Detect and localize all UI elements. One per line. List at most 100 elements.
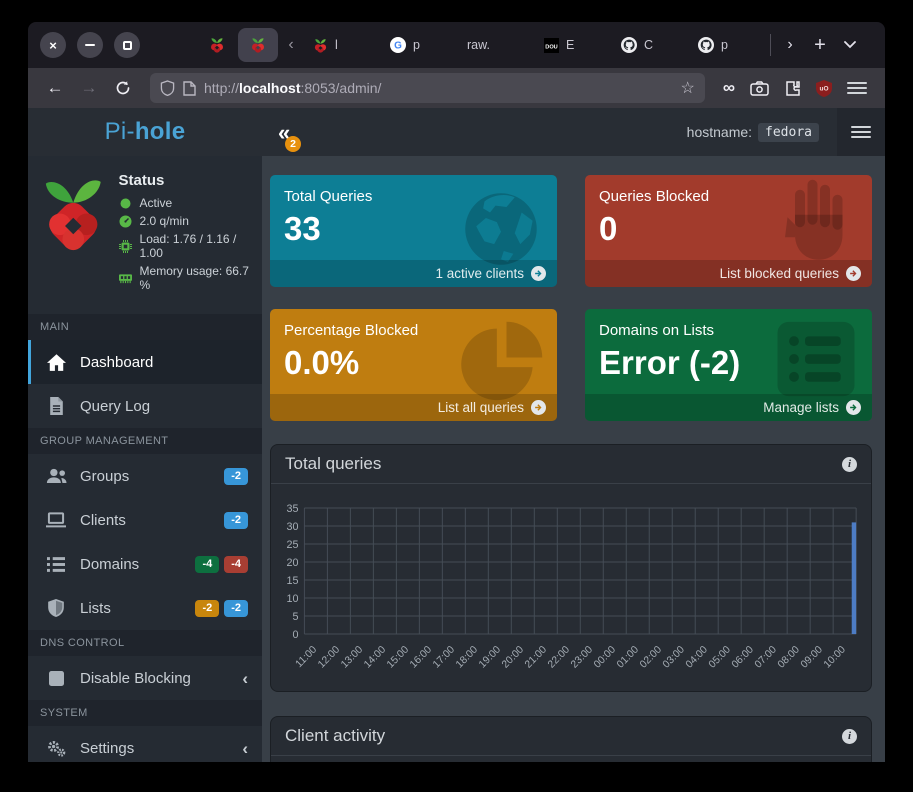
tab-title: p <box>413 38 420 52</box>
tab[interactable]: l <box>304 28 381 62</box>
sidebar-item-clients[interactable]: Clients -2 <box>28 498 262 542</box>
svg-text:10:00: 10:00 <box>822 644 848 671</box>
svg-text:11:00: 11:00 <box>294 644 319 670</box>
pihole-favicon-icon <box>209 37 225 53</box>
minimize-button[interactable] <box>77 32 103 58</box>
extensions-puzzle-icon[interactable] <box>784 80 801 97</box>
tab-title: l <box>335 38 338 52</box>
svg-text:09:00: 09:00 <box>799 644 825 671</box>
status-title: Status <box>119 172 252 189</box>
new-tab-button[interactable]: + <box>805 30 835 60</box>
total-queries-chart: 0510152025303511:0012:0013:0014:0015:001… <box>275 488 863 684</box>
tab-active-pihole[interactable] <box>238 28 278 62</box>
tab-title: E <box>566 38 574 52</box>
pihole-favicon-icon <box>313 38 328 53</box>
status-block: Status Active 2.0 q/min Load: 1.76 / 1.1… <box>28 156 262 314</box>
svg-text:0: 0 <box>293 629 299 641</box>
sidebar-item-disable-blocking[interactable]: Disable Blocking ‹ <box>28 656 262 700</box>
hostname-value: fedora <box>758 123 819 142</box>
forward-button[interactable]: → <box>74 73 104 103</box>
status-load: Load: 1.76 / 1.16 / 1.00 <box>119 232 252 260</box>
list-alt-icon <box>772 319 860 399</box>
svg-text:22:00: 22:00 <box>546 644 572 671</box>
client-activity-panel: Client activity i <box>270 716 872 762</box>
domains-allowed-badge: -4 <box>195 556 219 573</box>
extension-infinity-icon[interactable]: ∞ <box>723 78 735 98</box>
list-icon <box>47 557 65 572</box>
header-main: « 2 hostname: fedora <box>262 108 885 156</box>
info-icon[interactable]: i <box>842 457 857 472</box>
github-favicon-icon <box>621 37 637 53</box>
tab[interactable]: DOU E <box>535 28 612 62</box>
svg-text:19:00: 19:00 <box>477 644 503 671</box>
url-text: http://localhost:8053/admin/ <box>204 80 673 96</box>
maximize-button[interactable] <box>114 32 140 58</box>
shield-icon <box>48 599 64 617</box>
info-icon[interactable]: i <box>842 729 857 744</box>
sidebar-item-groups[interactable]: Groups -2 <box>28 454 262 498</box>
back-button[interactable]: ← <box>40 73 70 103</box>
ublock-origin-icon[interactable]: uO <box>816 80 832 97</box>
scroll-tabs-left-button[interactable]: ‹ <box>278 36 304 54</box>
tab-title: p <box>721 38 728 52</box>
sidebar-item-dashboard[interactable]: Dashboard <box>28 340 262 384</box>
window-controls: × <box>40 32 140 58</box>
browser-menu-button[interactable] <box>847 79 867 96</box>
status-rate: 2.0 q/min <box>119 214 252 228</box>
laptop-icon <box>46 512 66 528</box>
svg-text:21:00: 21:00 <box>523 644 549 671</box>
summary-cards: Total Queries 33 1 active clients Querie… <box>270 175 872 421</box>
arrow-circle-right-icon <box>531 266 546 281</box>
card-domains-on-lists: Domains on Lists Error (-2) Manage lists <box>585 309 872 421</box>
tab[interactable]: G p <box>381 28 458 62</box>
card-footer-link-all-queries[interactable]: List all queries <box>270 394 557 421</box>
svg-text:08:00: 08:00 <box>776 644 802 671</box>
card-footer-link-manage-lists[interactable]: Manage lists <box>585 394 872 421</box>
svg-text:uO: uO <box>819 85 828 92</box>
tab[interactable]: p <box>689 28 766 62</box>
close-button[interactable]: × <box>40 32 66 58</box>
scroll-tabs-right-button[interactable]: › <box>775 30 805 60</box>
tab-pinned-pihole[interactable] <box>200 28 234 62</box>
home-icon <box>47 354 66 371</box>
bookmark-star-icon[interactable]: ☆ <box>681 78 695 98</box>
svg-text:14:00: 14:00 <box>362 644 388 671</box>
panel-title: Total queries <box>285 454 381 474</box>
list-all-tabs-button[interactable] <box>835 30 865 60</box>
chevron-left-icon: ‹ <box>242 670 248 687</box>
dou-favicon-icon: DOU <box>544 38 559 53</box>
status-active: Active <box>119 196 252 210</box>
tab[interactable]: raw. <box>458 28 535 62</box>
url-bar[interactable]: http://localhost:8053/admin/ ☆ <box>150 73 705 103</box>
card-footer-link-active-clients[interactable]: 1 active clients <box>270 260 557 287</box>
svg-text:06:00: 06:00 <box>730 644 756 671</box>
pihole-favicon-icon <box>250 37 266 53</box>
chevron-down-icon <box>844 41 856 49</box>
sidebar-item-domains[interactable]: Domains -4 -4 <box>28 542 262 586</box>
status-memory: Memory usage: 66.7 % <box>119 264 252 292</box>
google-favicon-icon: G <box>390 37 406 53</box>
total-queries-panel: Total queries i 0510152025303511:0012:00… <box>270 444 872 692</box>
svg-text:05:00: 05:00 <box>707 644 733 671</box>
svg-text:35: 35 <box>287 503 299 515</box>
screenshot-camera-icon[interactable] <box>750 81 769 96</box>
card-footer-link-blocked-queries[interactable]: List blocked queries <box>585 260 872 287</box>
pihole-app: Pi-hole « 2 hostname: fedora <box>28 108 885 762</box>
svg-text:18:00: 18:00 <box>454 644 480 671</box>
sidebar-item-lists[interactable]: Lists -2 -2 <box>28 586 262 630</box>
gauge-icon <box>119 215 132 228</box>
tab[interactable]: C <box>612 28 689 62</box>
gears-icon <box>46 740 66 757</box>
arrow-circle-right-icon <box>846 266 861 281</box>
app-menu-button[interactable] <box>837 108 885 156</box>
arrow-circle-right-icon <box>846 400 861 415</box>
sidebar-item-settings[interactable]: Settings ‹ <box>28 726 262 762</box>
sidebar-item-query-log[interactable]: Query Log <box>28 384 262 428</box>
reload-button[interactable] <box>108 73 138 103</box>
sidebar-collapse-button[interactable]: « 2 <box>278 120 290 144</box>
page-info-icon[interactable] <box>183 81 196 96</box>
svg-text:G: G <box>394 41 402 52</box>
reload-icon <box>115 80 131 96</box>
navigation-toolbar: ← → http://localhost:8053/admin/ ☆ ∞ uO <box>28 68 885 108</box>
update-badge: 2 <box>285 136 301 152</box>
